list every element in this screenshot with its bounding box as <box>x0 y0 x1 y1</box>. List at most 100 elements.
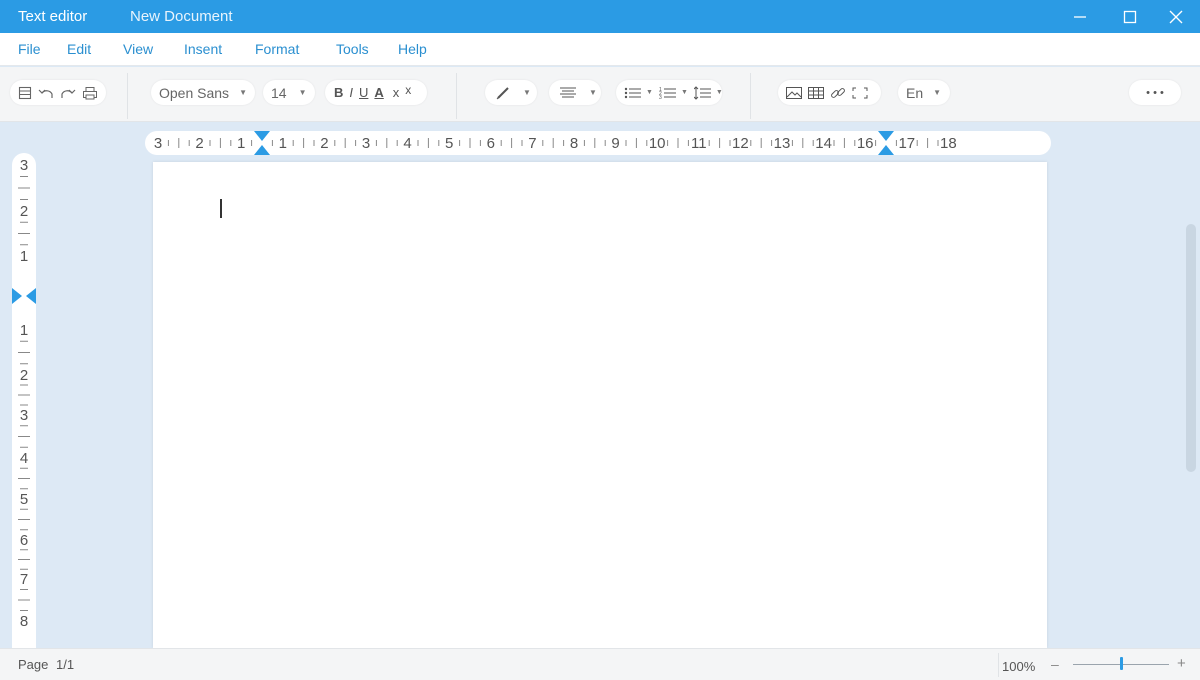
numbered-list-icon[interactable]: 123 <box>659 86 677 100</box>
text-style-group: B I U A x x <box>325 80 427 105</box>
indent-marker-left[interactable] <box>12 288 22 304</box>
ruler-label: 17 <box>898 135 915 152</box>
toolbar-divider <box>750 73 751 119</box>
fullscreen-icon[interactable] <box>851 86 869 100</box>
link-icon[interactable] <box>829 86 847 100</box>
ruler-label: 11 <box>691 135 707 152</box>
indent-marker-bottom[interactable] <box>254 145 270 155</box>
text-color-button[interactable]: A <box>374 85 383 100</box>
status-bar: Page 1/1 100% – + <box>0 648 1200 680</box>
horizontal-ruler-scale: 3 2 1 1 2 3 4 5 6 7 8 9 10 11 12 13 14 16 17 18 <box>154 131 957 155</box>
superscript-button[interactable]: x <box>405 83 411 97</box>
vertical-scrollbar[interactable] <box>1186 224 1196 472</box>
chevron-down-icon[interactable]: ▼ <box>716 89 723 96</box>
ruler-label: 3 <box>362 135 370 152</box>
redo-icon[interactable] <box>59 85 77 101</box>
close-button[interactable] <box>1156 0 1196 33</box>
indent-marker-top[interactable] <box>254 131 270 141</box>
ruler-label: 8 <box>570 135 578 152</box>
font-family-value: Open Sans <box>159 84 230 101</box>
title-bar: Text editor New Document <box>0 0 1200 33</box>
ruler-label: 5 <box>20 491 28 508</box>
menu-help[interactable]: Help <box>398 41 427 57</box>
ruler-label: 10 <box>649 135 666 152</box>
ruler-label: 1 <box>20 322 28 339</box>
indent-marker-right[interactable] <box>26 288 36 304</box>
ruler-label: 4 <box>403 135 411 152</box>
menu-insert[interactable]: Insent <box>184 41 222 57</box>
close-icon <box>1169 10 1183 23</box>
document-title[interactable]: New Document <box>130 8 233 25</box>
chevron-down-icon: ▼ <box>589 88 597 97</box>
horizontal-ruler[interactable]: 3 2 1 1 2 3 4 5 6 7 8 9 10 11 12 13 14 16 17 18 <box>145 131 1051 155</box>
bullet-list-icon[interactable] <box>624 86 642 100</box>
menu-bar: File Edit View Insent Format Tools Help <box>0 33 1200 66</box>
document-page[interactable] <box>153 162 1047 648</box>
ruler-label: 2 <box>20 203 28 220</box>
ruler-label: 13 <box>774 135 791 152</box>
italic-button[interactable]: I <box>349 85 353 100</box>
menu-view[interactable]: View <box>123 41 153 57</box>
zoom-slider-thumb[interactable] <box>1119 657 1123 670</box>
chevron-down-icon[interactable]: ▼ <box>681 89 688 96</box>
ruler-label: 2 <box>320 135 328 152</box>
list-group: ▼ 123 ▼ ▼ <box>616 80 723 105</box>
ruler-label: 18 <box>940 135 957 152</box>
menu-format[interactable]: Format <box>255 41 299 57</box>
table-icon[interactable] <box>807 86 825 100</box>
ruler-label: 4 <box>20 450 28 467</box>
layout-icon[interactable] <box>17 85 33 101</box>
minimize-button[interactable] <box>1060 0 1100 33</box>
font-size-value: 14 <box>271 84 287 101</box>
underline-button[interactable]: U <box>359 85 368 100</box>
vertical-ruler[interactable]: 3 2 1 1 2 3 4 5 6 7 8 <box>12 153 36 648</box>
maximize-button[interactable] <box>1110 0 1150 33</box>
menu-tools[interactable]: Tools <box>336 41 369 57</box>
more-icon: • • • <box>1146 86 1164 99</box>
vertical-ruler-scale: 3 2 1 1 2 3 4 5 6 7 8 <box>12 157 36 630</box>
indent-marker-bottom[interactable] <box>878 145 894 155</box>
zoom-out-button[interactable]: – <box>1051 656 1059 672</box>
chevron-down-icon: ▼ <box>933 88 942 97</box>
ruler-label: 2 <box>20 367 28 384</box>
indent-marker-top[interactable] <box>878 131 894 141</box>
insert-group <box>778 80 881 105</box>
ruler-label: 3 <box>20 157 28 174</box>
ruler-label: 1 <box>237 135 245 152</box>
more-options-button[interactable]: • • • <box>1129 80 1181 105</box>
zoom-in-button[interactable]: + <box>1177 655 1186 672</box>
page-label: Page <box>18 657 49 672</box>
menu-edit[interactable]: Edit <box>67 41 91 57</box>
language-select[interactable]: En ▼ <box>898 80 950 105</box>
pen-icon <box>495 85 511 101</box>
ruler-label: 16 <box>857 135 874 152</box>
line-spacing-icon[interactable] <box>693 85 712 100</box>
menu-file[interactable]: File <box>18 41 41 57</box>
image-icon[interactable] <box>785 86 803 100</box>
text-cursor <box>220 199 222 218</box>
highlight-select[interactable]: ▼ <box>485 80 537 105</box>
undo-icon[interactable] <box>37 85 55 101</box>
ruler-label: 5 <box>445 135 453 152</box>
ruler-label: 8 <box>20 613 28 630</box>
font-size-select[interactable]: 14 ▼ <box>263 80 315 105</box>
chevron-down-icon[interactable]: ▼ <box>646 89 653 96</box>
align-center-icon <box>559 86 577 100</box>
ruler-label: 1 <box>279 135 287 152</box>
ruler-label: 12 <box>732 135 749 152</box>
subscript-button[interactable]: x <box>393 85 400 100</box>
alignment-select[interactable]: ▼ <box>549 80 601 105</box>
ruler-label: 6 <box>487 135 495 152</box>
app-title: Text editor <box>18 8 88 25</box>
print-icon[interactable] <box>81 85 99 101</box>
toolbar: Open Sans ▼ 14 ▼ B I U A x x ▼ ▼ ▼ 123 ▼ <box>0 67 1200 122</box>
ruler-label: 3 <box>20 407 28 424</box>
ruler-label: 6 <box>20 532 28 549</box>
font-family-select[interactable]: Open Sans ▼ <box>151 80 255 105</box>
chevron-down-icon: ▼ <box>239 88 247 97</box>
edit-actions-group <box>10 80 106 105</box>
ruler-label: 2 <box>195 135 203 152</box>
chevron-down-icon: ▼ <box>523 88 531 97</box>
ruler-label: 3 <box>154 135 162 152</box>
bold-button[interactable]: B <box>334 85 343 100</box>
